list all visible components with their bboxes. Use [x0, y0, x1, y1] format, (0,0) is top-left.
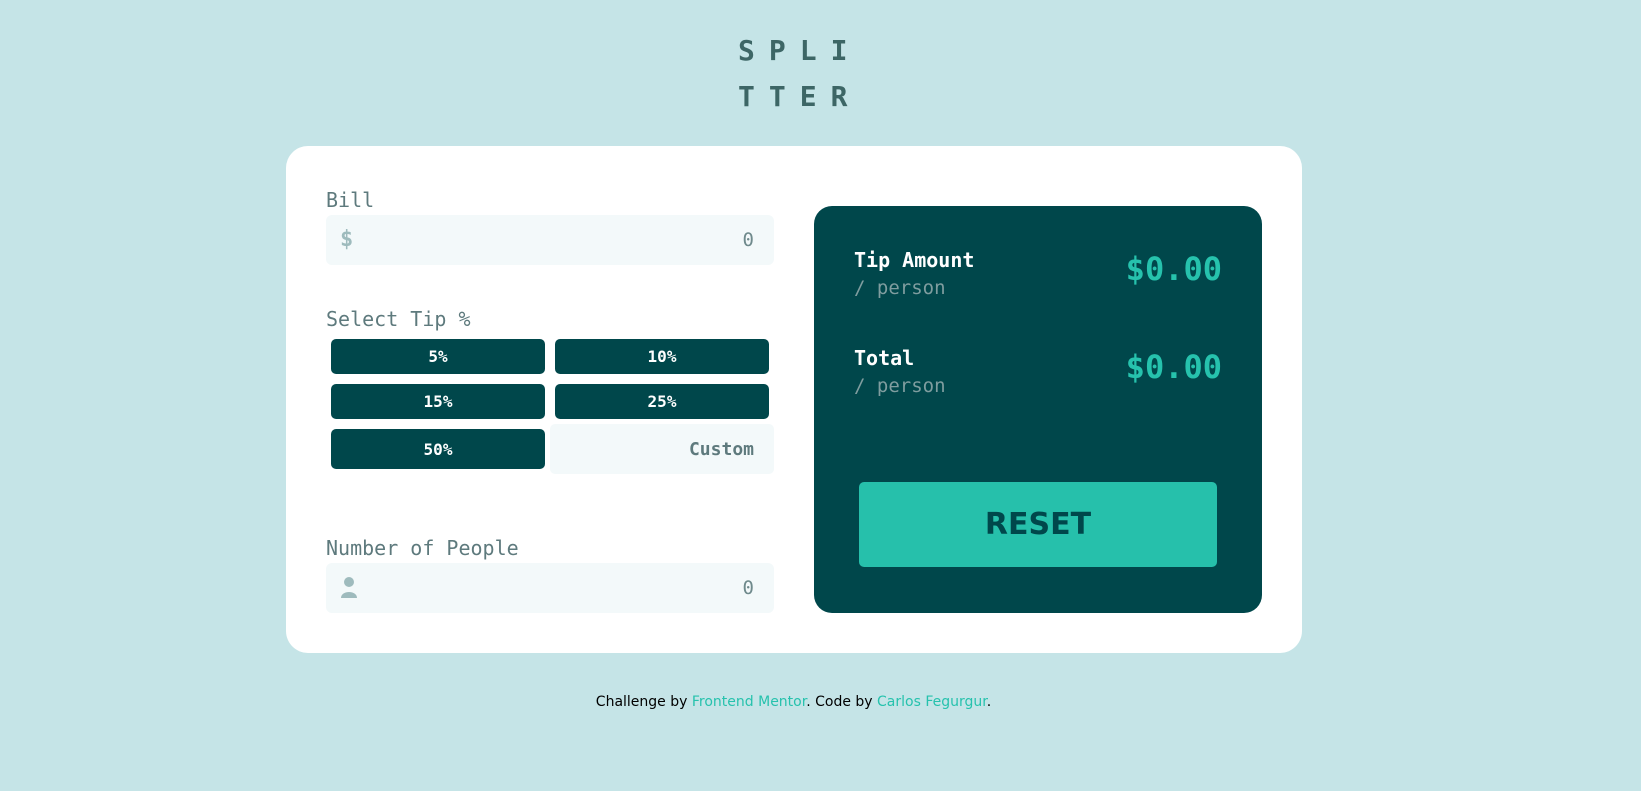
- tip-5-button[interactable]: 5%: [331, 339, 545, 374]
- people-label: Number of People: [326, 536, 519, 560]
- total-sub: / person: [854, 375, 946, 397]
- custom-tip-input[interactable]: [550, 424, 774, 474]
- people-input[interactable]: [326, 563, 774, 613]
- tip-10-button[interactable]: 10%: [555, 339, 769, 374]
- footer-middle: . Code by: [806, 694, 878, 710]
- footer-prefix: Challenge by: [595, 694, 692, 710]
- people-field[interactable]: [326, 563, 774, 613]
- reset-button[interactable]: RESET: [859, 482, 1217, 567]
- total-value: $0.00: [1125, 348, 1222, 386]
- bill-field[interactable]: $: [326, 215, 774, 265]
- tip-25-button[interactable]: 25%: [555, 384, 769, 419]
- logo-line-2: TTER: [738, 80, 862, 113]
- author-link[interactable]: Carlos Fegurgur: [877, 694, 987, 710]
- select-tip-label: Select Tip %: [326, 307, 471, 331]
- calculator-card: Bill $ Select Tip % 5% 10% 15% 25% 50% N…: [286, 146, 1302, 653]
- custom-tip-field[interactable]: [550, 424, 774, 474]
- logo-line-1: SPLI: [738, 34, 862, 67]
- footer-suffix: .: [986, 694, 992, 710]
- tip-amount-sub: / person: [854, 277, 946, 299]
- bill-input[interactable]: [326, 215, 774, 265]
- tip-amount-value: $0.00: [1125, 250, 1222, 288]
- frontend-mentor-link[interactable]: Frontend Mentor: [692, 694, 806, 710]
- app-logo: SPLI TTER: [738, 28, 858, 120]
- footer-attribution: Challenge by Frontend Mentor. Code by Ca…: [0, 694, 1587, 710]
- bill-label: Bill: [326, 188, 375, 212]
- tip-15-button[interactable]: 15%: [331, 384, 545, 419]
- results-panel: Tip Amount / person $0.00 Total / person…: [814, 206, 1262, 613]
- tip-amount-title: Tip Amount: [854, 248, 975, 272]
- tip-50-button[interactable]: 50%: [331, 429, 545, 469]
- total-title: Total: [854, 346, 915, 370]
